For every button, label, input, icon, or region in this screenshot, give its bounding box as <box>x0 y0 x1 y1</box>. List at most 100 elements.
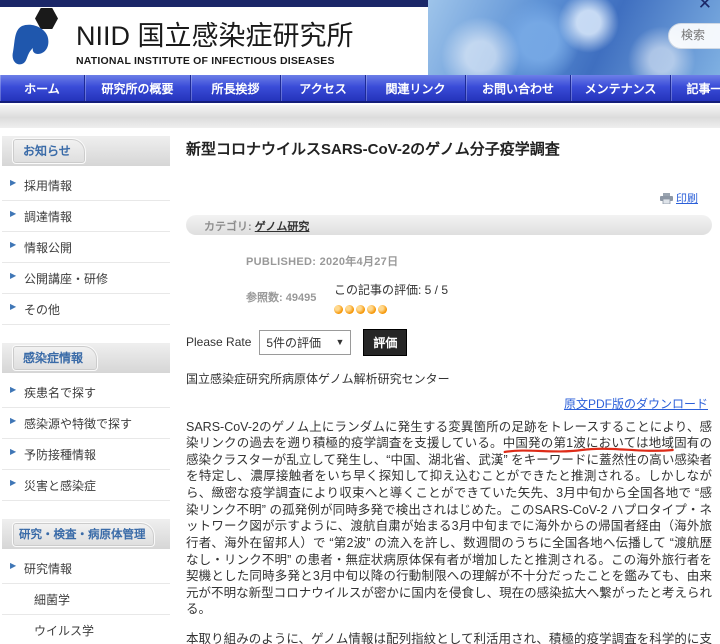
vote-button[interactable]: 評価 <box>363 328 408 356</box>
sidebar-item-research-info[interactable]: ▶ 研究情報 <box>2 553 170 584</box>
arrow-icon: ▶ <box>10 240 17 249</box>
sidebar-item-virology[interactable]: ウイルス学 <box>2 615 170 644</box>
sidebar-item-disclosure[interactable]: ▶ 情報公開 <box>2 232 170 263</box>
nav-item-greeting[interactable]: 所長挨拶 <box>191 75 281 101</box>
sidebar-header: お知らせ <box>2 136 170 166</box>
arrow-icon: ▶ <box>10 385 17 394</box>
sidebar-item-vaccination[interactable]: ▶ 予防接種情報 <box>2 439 170 470</box>
nav-item-home[interactable]: ホーム <box>0 75 85 101</box>
rating-block: この記事の評価: 5 / 5 <box>334 281 448 319</box>
print-row: 印刷 <box>186 190 698 207</box>
published-date: PUBLISHED: 2020年4月27日 <box>246 255 399 268</box>
paragraph-1: SARS-CoV-2のゲノム上にランダムに発生する変異箇所の足跡をトレースするこ… <box>186 419 712 619</box>
sidebar-item-label: 公開講座・研修 <box>24 272 109 286</box>
chevron-down-icon: ▼ <box>335 337 345 347</box>
niid-logo-mark-icon <box>10 8 72 66</box>
rating-text: この記事の評価: 5 / 5 <box>334 282 449 297</box>
sidebar: お知らせ ▶ 採用情報 ▶ 調達情報 ▶ 情報公開 ▶ 公開講座・研修 ▶ その他 感染症… <box>0 136 172 644</box>
site-title: NIID 国立感染症研究所 <box>76 21 354 51</box>
arrow-icon: ▶ <box>10 416 17 425</box>
nav-item-access[interactable]: アクセス <box>281 75 366 101</box>
main-nav: ホーム 研究所の概要 所長挨拶 アクセス 関連リンク お問い合わせ メンテナンス… <box>0 75 720 103</box>
article-meta: PUBLISHED: 2020年4月27日 参照数: 49495 この記事の評価… <box>246 253 712 319</box>
arrow-icon: ▶ <box>10 209 17 218</box>
site-subtitle: NATIONAL INSTITUTE OF INFECTIOUS DISEASE… <box>76 55 335 67</box>
arrow-icon: ▶ <box>10 302 17 311</box>
sidebar-header-label: 研究・検査・病原体管理 <box>12 521 155 547</box>
site-header: ✕ NIID 国立感染症研究所 NATIONAL INSTITUTE OF IN… <box>0 0 720 75</box>
sidebar-item-label: 情報公開 <box>24 241 73 255</box>
sidebar-item-by-source[interactable]: ▶ 感染源や特徴で探す <box>2 408 170 439</box>
nav-item-articles[interactable]: 記事一覧 <box>671 75 720 101</box>
sidebar-item-by-disease[interactable]: ▶ 疾患名で探す <box>2 377 170 408</box>
breadcrumb-bar <box>0 105 720 128</box>
sidebar-header: 研究・検査・病原体管理 <box>2 519 170 549</box>
vote-select-value: 5件の評価 <box>266 335 322 350</box>
sidebar-item-others[interactable]: ▶ その他 <box>2 294 170 325</box>
sidebar-item-label: 感染源や特徴で探す <box>24 417 133 431</box>
paragraph-2: 本取り組みのように、ゲノム情報は配列指紋として利活用され、積極的疫学調査を科学的… <box>186 632 712 644</box>
sidebar-section-infection-info: 感染症情報 ▶ 疾患名で探す ▶ 感染源や特徴で探す ▶ 予防接種情報 ▶ 災害と感染症 <box>2 343 170 503</box>
nav-item-overview[interactable]: 研究所の概要 <box>85 75 191 101</box>
sidebar-item-procurement[interactable]: ▶ 調達情報 <box>2 201 170 232</box>
rating-stars <box>334 301 448 319</box>
sidebar-item-label: 災害と感染症 <box>24 479 97 493</box>
sidebar-item-bacteriology[interactable]: 細菌学 <box>2 584 170 615</box>
sidebar-item-label: 細菌学 <box>34 593 71 607</box>
arrow-icon: ▶ <box>10 561 17 570</box>
search-input[interactable] <box>681 28 720 42</box>
star-icon[interactable] <box>367 304 376 314</box>
red-underlined-phrase: 中国発の第1波においては地域 <box>503 436 674 454</box>
header-banner-image: ✕ <box>428 0 720 75</box>
top-navy-bar <box>0 0 452 7</box>
sidebar-item-disaster[interactable]: ▶ 災害と感染症 <box>2 470 170 501</box>
rate-label: Please Rate <box>186 335 252 349</box>
logo-text: NIID 国立感染症研究所 NATIONAL INSTITUTE OF INFE… <box>76 8 354 67</box>
sidebar-item-label: 調達情報 <box>24 210 73 224</box>
star-icon[interactable] <box>356 304 365 314</box>
page: ✕ NIID 国立感染症研究所 NATIONAL INSTITUTE OF IN… <box>0 0 720 644</box>
arrow-icon: ▶ <box>10 447 17 456</box>
arrow-icon: ▶ <box>10 178 17 187</box>
sidebar-section-news: お知らせ ▶ 採用情報 ▶ 調達情報 ▶ 情報公開 ▶ 公開講座・研修 ▶ その他 <box>2 136 170 327</box>
red-scribble-underline-icon <box>503 447 674 454</box>
search-box[interactable] <box>668 23 720 49</box>
sidebar-item-lectures[interactable]: ▶ 公開講座・研修 <box>2 263 170 294</box>
sidebar-header: 感染症情報 <box>2 343 170 373</box>
category-label: カテゴリ: <box>204 220 252 233</box>
article: 新型コロナウイルスSARS-CoV-2のゲノム分子疫学調査 印刷 カテゴリ: ゲ… <box>186 136 712 644</box>
star-icon[interactable] <box>334 304 343 314</box>
para1-after: 固有の感染クラスターが乱立して発生し、“中国、湖北省、武漢” をキーワードに蓋然… <box>186 436 712 617</box>
rate-row: Please Rate 5件の評価 ▼ 評価 <box>186 328 712 356</box>
printer-icon <box>660 192 673 207</box>
nav-item-maintenance[interactable]: メンテナンス <box>571 75 671 101</box>
corner-x-icon: ✕ <box>697 0 712 13</box>
sidebar-item-label: ウイルス学 <box>34 624 95 638</box>
nav-item-contact[interactable]: お問い合わせ <box>466 75 571 101</box>
view-count: 参照数: 49495 <box>246 291 317 304</box>
sidebar-item-recruit[interactable]: ▶ 採用情報 <box>2 170 170 201</box>
article-body: SARS-CoV-2のゲノム上にランダムに発生する変異箇所の足跡をトレースするこ… <box>186 419 712 644</box>
sidebar-header-label: お知らせ <box>12 138 86 164</box>
blue-blob-icon <box>12 24 49 65</box>
sidebar-item-label: 研究情報 <box>24 562 73 576</box>
category-bar: カテゴリ: ゲノム研究 <box>186 214 712 235</box>
author-line: 国立感染症研究所病原体ゲノム解析研究センター <box>186 371 450 386</box>
site-logo[interactable]: NIID 国立感染症研究所 NATIONAL INSTITUTE OF INFE… <box>10 8 354 67</box>
sidebar-item-label: 疾患名で探す <box>24 386 97 400</box>
category-link[interactable]: ゲノム研究 <box>255 221 310 233</box>
star-icon[interactable] <box>378 304 387 314</box>
arrow-icon: ▶ <box>10 478 17 487</box>
pdf-row: 原文PDF版のダウンロード <box>186 395 708 413</box>
pdf-download-link[interactable]: 原文PDF版のダウンロード <box>564 397 708 411</box>
sidebar-item-label: 採用情報 <box>24 179 73 193</box>
page-title: 新型コロナウイルスSARS-CoV-2のゲノム分子疫学調査 <box>186 141 560 158</box>
nav-item-links[interactable]: 関連リンク <box>366 75 466 101</box>
star-icon[interactable] <box>345 304 354 314</box>
sidebar-section-research: 研究・検査・病原体管理 ▶研究情報 細菌学 ウイルス学 寄生虫学 真菌学 <box>2 519 170 644</box>
print-link[interactable]: 印刷 <box>676 193 698 205</box>
vote-select[interactable]: 5件の評価 ▼ <box>259 329 352 355</box>
sidebar-header-label: 感染症情報 <box>12 345 99 371</box>
arrow-icon: ▶ <box>10 271 17 280</box>
sidebar-item-label: その他 <box>24 303 61 317</box>
